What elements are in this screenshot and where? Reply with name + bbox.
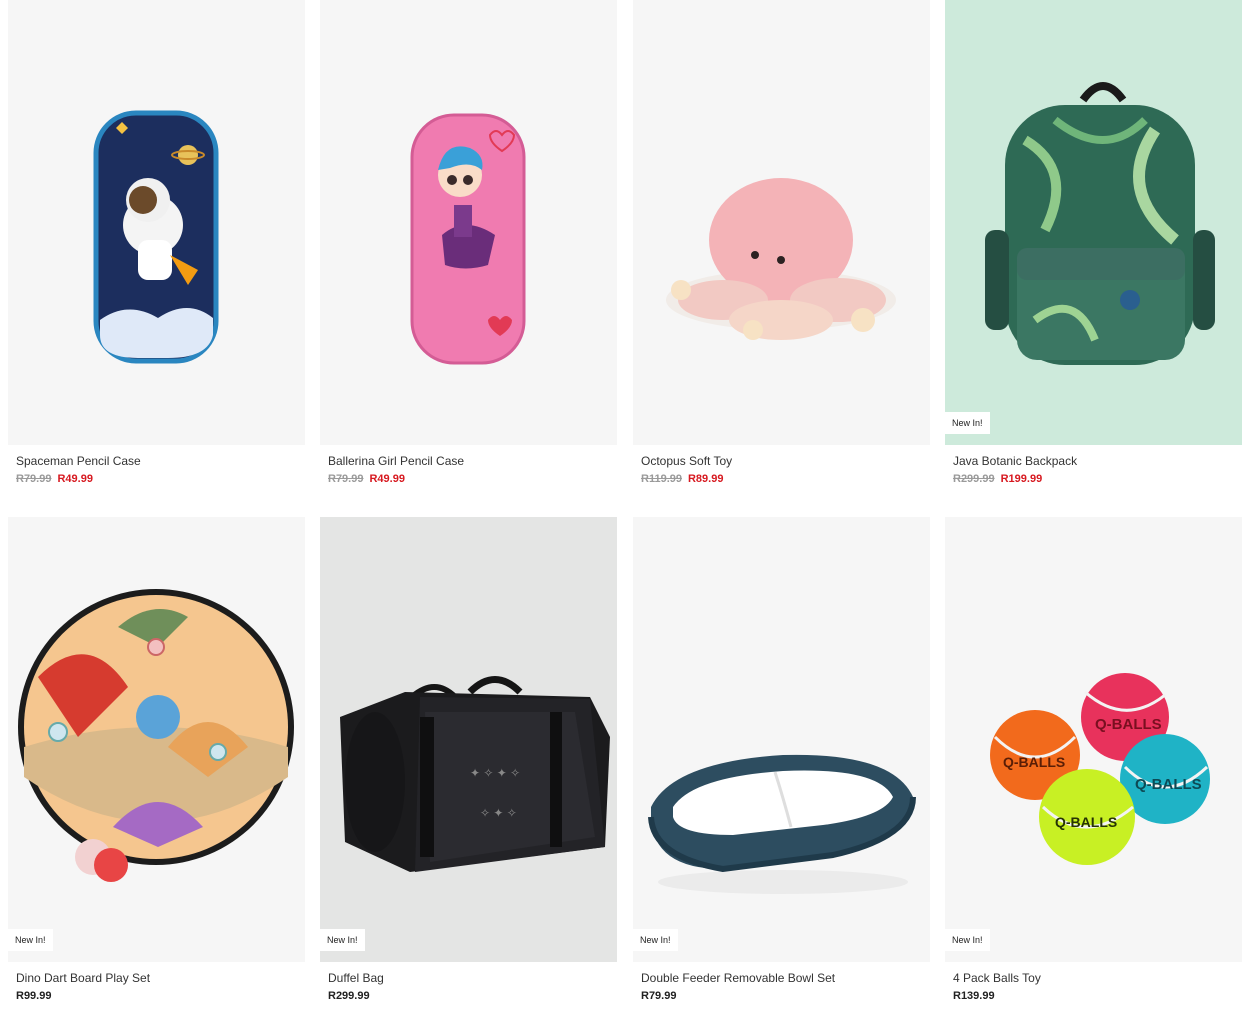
- product-card[interactable]: New In! Java Botanic Backpack R299.99 R19…: [945, 0, 1242, 485]
- product-image[interactable]: New In!: [633, 517, 930, 962]
- svg-text:Q-BALLS: Q-BALLS: [1135, 776, 1202, 793]
- new-in-badge: New In!: [633, 929, 678, 951]
- product-image[interactable]: New In!: [8, 517, 305, 962]
- octopus-toy-image: [666, 178, 896, 340]
- svg-text:Q-BALLS: Q-BALLS: [1095, 716, 1162, 733]
- price: R139.99: [953, 990, 995, 1002]
- product-name[interactable]: Ballerina Girl Pencil Case: [328, 454, 464, 468]
- product-card[interactable]: Spaceman Pencil Case R79.99 R49.99: [8, 0, 305, 485]
- product-name[interactable]: Double Feeder Removable Bowl Set: [641, 971, 835, 985]
- price: R79.99: [641, 990, 677, 1002]
- product-card[interactable]: Octopus Soft Toy R119.99 R89.99: [633, 0, 930, 485]
- new-in-badge: New In!: [945, 929, 990, 951]
- product-card[interactable]: New In! Double Feeder Removable Bowl Set…: [633, 517, 930, 1002]
- product-price: R299.99: [328, 990, 370, 1002]
- sale-price: R49.99: [369, 473, 405, 485]
- product-image[interactable]: New In!: [945, 0, 1242, 445]
- new-in-badge: New In!: [320, 929, 365, 951]
- ballerina-pencil-case-image: [410, 113, 526, 365]
- product-price: R79.99 R49.99: [16, 473, 93, 485]
- product-price: R99.99: [16, 990, 51, 1002]
- product-image[interactable]: ✦ ✧ ✦ ✧ ✧ ✦ ✧ New In!: [320, 517, 617, 962]
- sale-price: R199.99: [1000, 473, 1043, 485]
- new-in-badge: New In!: [945, 412, 990, 434]
- product-image[interactable]: [633, 0, 930, 445]
- was-price: R79.99: [328, 473, 364, 485]
- was-price: R299.99: [953, 473, 995, 485]
- product-card[interactable]: New In! Dino Dart Board Play Set R99.99: [8, 517, 305, 1002]
- product-name[interactable]: 4 Pack Balls Toy: [953, 971, 1041, 985]
- product-card[interactable]: Q-BALLS Q-BALLS Q-BALLS Q-BALLS New In! …: [945, 517, 1242, 1002]
- backpack-image: [985, 82, 1215, 365]
- product-price: R119.99 R89.99: [641, 473, 723, 485]
- product-name[interactable]: Java Botanic Backpack: [953, 454, 1077, 468]
- product-price: R79.99 R49.99: [328, 473, 405, 485]
- svg-text:✦ ✧ ✦ ✧: ✦ ✧ ✦ ✧: [470, 766, 520, 780]
- bowl-set-image: [648, 754, 916, 894]
- product-image[interactable]: Q-BALLS Q-BALLS Q-BALLS Q-BALLS New In!: [945, 517, 1242, 962]
- product-card[interactable]: ✦ ✧ ✦ ✧ ✧ ✦ ✧ New In! Duffel Bag R299.99: [320, 517, 617, 1002]
- sale-price: R89.99: [687, 473, 724, 485]
- new-in-badge: New In!: [8, 929, 53, 951]
- product-price: R139.99: [953, 990, 995, 1002]
- svg-text:Q-BALLS: Q-BALLS: [1003, 754, 1065, 770]
- sale-price: R49.99: [57, 473, 93, 485]
- svg-text:✧ ✦ ✧: ✧ ✦ ✧: [480, 806, 517, 820]
- price: R299.99: [328, 990, 370, 1002]
- svg-text:Q-BALLS: Q-BALLS: [1055, 814, 1117, 830]
- dart-board-image: [18, 589, 294, 882]
- product-name[interactable]: Dino Dart Board Play Set: [16, 971, 150, 985]
- duffel-bag-image: ✦ ✧ ✦ ✧ ✧ ✦ ✧: [340, 676, 610, 872]
- product-name[interactable]: Octopus Soft Toy: [641, 454, 732, 468]
- product-image[interactable]: [8, 0, 305, 445]
- product-name[interactable]: Spaceman Pencil Case: [16, 454, 141, 468]
- product-name[interactable]: Duffel Bag: [328, 971, 384, 985]
- product-grid: Spaceman Pencil Case R79.99 R49.99 Baller…: [0, 0, 1250, 1034]
- was-price: R119.99: [641, 473, 682, 485]
- product-price: R79.99: [641, 990, 676, 1002]
- price: R99.99: [16, 990, 52, 1002]
- product-card[interactable]: Ballerina Girl Pencil Case R79.99 R49.99: [320, 0, 617, 485]
- spaceman-pencil-case-image: [93, 110, 219, 364]
- was-price: R79.99: [16, 473, 52, 485]
- product-image[interactable]: [320, 0, 617, 445]
- balls-toy-image: Q-BALLS Q-BALLS Q-BALLS Q-BALLS: [990, 673, 1210, 865]
- product-price: R299.99 R199.99: [953, 473, 1042, 485]
